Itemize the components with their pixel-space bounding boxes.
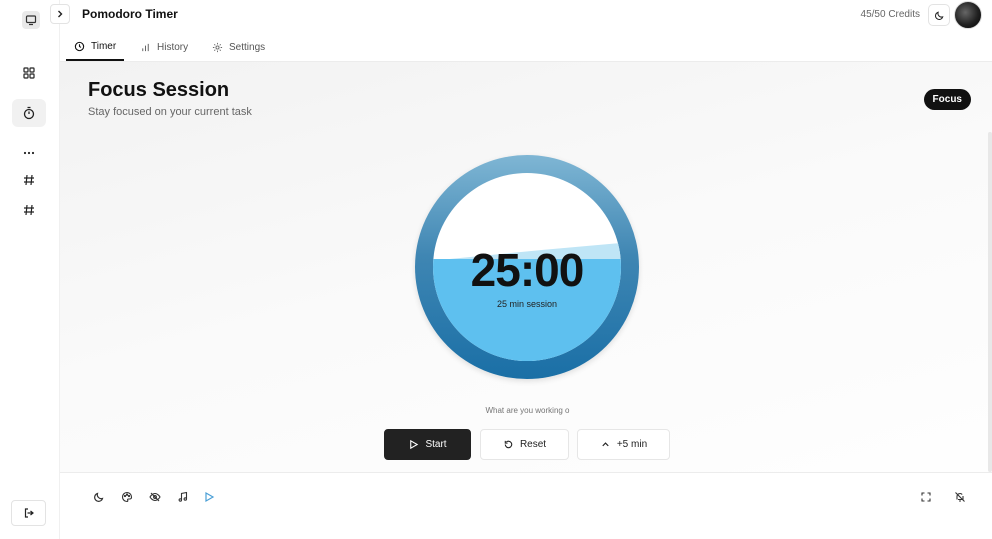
eye-off-icon[interactable] xyxy=(148,490,162,504)
gear-icon xyxy=(212,42,223,53)
reset-label: Reset xyxy=(519,439,547,450)
play-icon xyxy=(410,439,419,450)
page-title: Focus Session xyxy=(88,79,230,101)
bottom-toolbar xyxy=(60,472,992,539)
start-label: Start xyxy=(425,439,447,450)
scrollbar[interactable] xyxy=(988,132,992,472)
app-logo-icon[interactable] xyxy=(22,11,40,29)
timer-ring: 25:00 25 min session xyxy=(415,155,639,379)
fullscreen-icon[interactable] xyxy=(919,490,933,504)
clock-icon xyxy=(74,41,85,52)
timer-nav-icon[interactable] xyxy=(12,99,46,127)
top-bar: Pomodoro Timer 45/50 Credits xyxy=(46,0,992,32)
add-time-label: +5 min xyxy=(616,439,648,450)
tab-timer[interactable]: Timer xyxy=(66,34,125,61)
start-button[interactable]: Start xyxy=(384,429,471,460)
avatar[interactable] xyxy=(954,1,982,29)
credits-counter: 45/50 Credits xyxy=(860,9,920,20)
reset-icon xyxy=(504,440,513,449)
hash-icon[interactable] xyxy=(12,166,46,194)
tab-label: History xyxy=(157,42,189,53)
tab-history[interactable]: History xyxy=(140,34,188,61)
app-title: Pomodoro Timer xyxy=(82,7,178,21)
expand-sidebar-button[interactable] xyxy=(50,4,70,24)
logout-button[interactable] xyxy=(11,500,46,526)
tab-label: Timer xyxy=(91,41,117,52)
theme-toggle-button[interactable] xyxy=(928,4,950,26)
music-icon[interactable] xyxy=(176,490,190,504)
mode-badge[interactable]: Focus xyxy=(923,89,971,110)
app-root: Pomodoro Timer 45/50 Credits Timer Histo… xyxy=(0,0,992,539)
task-input[interactable] xyxy=(440,403,615,417)
tab-bar: Timer History Settings xyxy=(60,34,992,62)
bell-off-icon[interactable] xyxy=(953,490,967,504)
tab-label: Settings xyxy=(229,42,266,53)
moon-icon[interactable] xyxy=(92,490,106,504)
sidebar xyxy=(0,0,60,539)
hash-icon[interactable] xyxy=(12,196,46,224)
bar-chart-icon xyxy=(142,43,149,52)
page-subtitle: Stay focused on your current task xyxy=(88,106,252,118)
more-icon[interactable] xyxy=(12,139,46,167)
grid-icon[interactable] xyxy=(12,59,46,87)
session-length-label: 25 min session xyxy=(496,299,558,309)
chevron-up-icon xyxy=(602,442,609,447)
timer-panel: Focus Session Stay focused on your curre… xyxy=(60,62,992,539)
tab-settings[interactable]: Settings xyxy=(212,34,265,61)
time-display: 25:00 xyxy=(470,244,585,296)
play-icon[interactable] xyxy=(202,490,216,504)
add-time-button[interactable]: +5 min xyxy=(577,429,670,460)
palette-icon[interactable] xyxy=(120,490,134,504)
timer-face: 25:00 25 min session xyxy=(433,173,621,361)
reset-button[interactable]: Reset xyxy=(480,429,569,460)
